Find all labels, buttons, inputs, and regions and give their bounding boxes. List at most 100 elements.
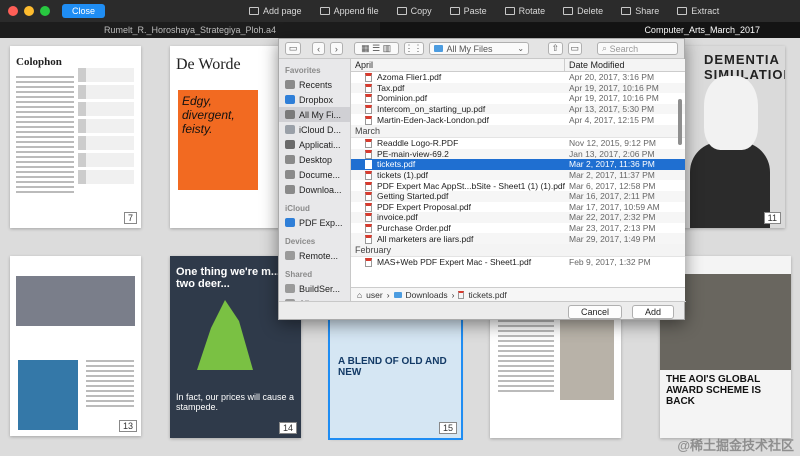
file-row[interactable]: Dominion.pdf Apr 19, 2017, 10:16 PM bbox=[351, 93, 685, 104]
tab-rumelt[interactable]: Rumelt_R._Horoshaya_Strategiya_Ploh.a4 bbox=[0, 22, 380, 38]
file-name-text: tickets (1).pdf bbox=[377, 170, 429, 181]
path-segment[interactable]: tickets.pdf bbox=[468, 290, 506, 300]
file-name-text: PE-main-view-69.2 bbox=[377, 148, 449, 159]
file-row[interactable]: PDF Expert Proposal.pdf Mar 17, 2017, 10:… bbox=[351, 202, 685, 213]
sidebar-item-all-files[interactable]: All My Fi... bbox=[279, 107, 350, 122]
file-row[interactable]: Intercom_on_starting_up.pdf Apr 13, 2017,… bbox=[351, 103, 685, 115]
pdf-file-icon bbox=[365, 181, 372, 191]
file-row[interactable]: tickets.pdf Mar 2, 2017, 11:36 PM bbox=[351, 159, 685, 170]
file-row[interactable]: Getting Started.pdf Mar 16, 2017, 2:11 PM bbox=[351, 190, 685, 202]
tool-append-file-button[interactable]: Append file bbox=[319, 6, 379, 16]
cancel-button[interactable]: Cancel bbox=[567, 304, 622, 319]
page-number: 7 bbox=[123, 212, 137, 224]
sidebar-item-documents[interactable]: Docume... bbox=[279, 167, 350, 182]
back-icon[interactable]: ‹ bbox=[312, 42, 325, 55]
tool-share-button[interactable]: Share bbox=[621, 6, 659, 16]
column-date-modified[interactable]: Date Modified bbox=[565, 59, 625, 71]
arrange-icon[interactable]: ⋮⋮ bbox=[403, 42, 424, 55]
person-body bbox=[690, 142, 770, 228]
icloud-drive-icon bbox=[285, 125, 295, 134]
add-button[interactable]: Add bbox=[631, 304, 674, 319]
tool-label: Paste bbox=[463, 6, 487, 16]
sidebar-item-label: Recents bbox=[299, 79, 333, 90]
path-segment[interactable]: user bbox=[366, 290, 383, 300]
forward-icon[interactable]: › bbox=[329, 42, 343, 55]
page-thumbnail-13[interactable]: 13 bbox=[10, 256, 141, 436]
text-lines bbox=[16, 76, 74, 196]
share-icon[interactable]: ⇧ bbox=[548, 42, 563, 55]
sidebar-item-dropbox[interactable]: Dropbox bbox=[279, 92, 350, 107]
tool-paste-button[interactable]: Paste bbox=[449, 6, 487, 16]
file-date: Mar 6, 2017, 12:58 PM bbox=[569, 180, 656, 191]
pdf-file-icon bbox=[365, 115, 372, 125]
folder-icon bbox=[433, 45, 443, 52]
sidebar-item-downloads[interactable]: Downloa... bbox=[279, 182, 350, 197]
file-row[interactable]: PDF Expert Mac AppSt...bSite - Sheet1 (1… bbox=[351, 180, 685, 191]
extract-icon bbox=[677, 7, 688, 15]
file-row[interactable]: Martin-Eden-Jack-London.pdf Apr 4, 2017, … bbox=[351, 114, 685, 125]
file-date: Mar 2, 2017, 11:36 PM bbox=[569, 159, 655, 170]
file-row[interactable]: PE-main-view-69.2 Jan 13, 2017, 2:06 PM bbox=[351, 148, 685, 160]
sidebar-item-desktop[interactable]: Desktop bbox=[279, 152, 350, 167]
file-row[interactable]: MAS+Web PDF Expert Mac - Sheet1.pdf Feb 9… bbox=[351, 257, 685, 268]
close-window-icon[interactable] bbox=[8, 6, 18, 16]
sidebar-item-icloud-drive[interactable]: iCloud D... bbox=[279, 122, 350, 137]
search-input[interactable]: ⌕ Search bbox=[597, 42, 678, 55]
origami-deer-image bbox=[197, 300, 253, 370]
tool-extract-button[interactable]: Extract bbox=[677, 6, 719, 16]
file-name-text: tickets.pdf bbox=[377, 159, 416, 170]
file-row[interactable]: Readdle Logo-R.PDF Nov 12, 2015, 9:12 PM bbox=[351, 138, 685, 149]
file-row[interactable]: tickets (1).pdf Mar 2, 2017, 11:37 PM bbox=[351, 169, 685, 181]
sidebar-toggle-icon[interactable]: ▭ bbox=[285, 42, 302, 55]
location-popup[interactable]: All My Files ⌄ bbox=[428, 42, 530, 55]
sidebar-item-applications[interactable]: Applicati... bbox=[279, 137, 350, 152]
tool-label: Rotate bbox=[518, 6, 546, 16]
minimize-window-icon[interactable] bbox=[24, 6, 34, 16]
file-row[interactable]: All marketers are liars.pdf Mar 29, 2017,… bbox=[351, 233, 685, 244]
sidebar-item-server[interactable]: BuildSer... bbox=[279, 281, 350, 296]
file-list-scrollbar[interactable] bbox=[678, 99, 682, 145]
file-name: Purchase Order.pdf bbox=[351, 223, 565, 234]
path-segment[interactable]: Downloads bbox=[406, 290, 448, 300]
tool-label: Share bbox=[635, 6, 660, 16]
sidebar-item-recents[interactable]: Recents bbox=[279, 77, 350, 92]
pdf-file-icon bbox=[365, 94, 372, 104]
page-thumbnail-11[interactable]: DEMENTIA SIMULATION 11 bbox=[670, 46, 785, 228]
panorama-image bbox=[16, 276, 135, 326]
pdf-expert-icon bbox=[285, 218, 295, 227]
column-name[interactable]: April bbox=[351, 59, 565, 71]
close-button[interactable]: Close bbox=[62, 4, 106, 18]
page-thumbnail-7[interactable]: Colophon 7 bbox=[10, 46, 141, 228]
file-date: Apr 4, 2017, 12:15 PM bbox=[569, 114, 655, 125]
file-row[interactable]: Azoma Flier1.pdf Apr 20, 2017, 3:16 PM bbox=[351, 72, 685, 83]
sidebar-item-pdf-expert[interactable]: PDF Exp... bbox=[279, 215, 350, 230]
zoom-window-icon[interactable] bbox=[40, 6, 50, 16]
file-name: PE-main-view-69.2 bbox=[351, 149, 565, 159]
main-toolbar: Close Add page Append file Copy Paste Rotate… bbox=[0, 0, 800, 22]
share-icon bbox=[621, 7, 632, 15]
home-icon: ⌂ bbox=[357, 289, 363, 300]
tool-rotate-button[interactable]: Rotate bbox=[504, 6, 546, 16]
tab-computer-arts[interactable]: Computer_Arts_March_2017 bbox=[380, 22, 800, 38]
page-thumbnail-de-worde[interactable]: De Worde Edgy, divergent, feisty. bbox=[170, 46, 285, 228]
file-name-text: Intercom_on_starting_up.pdf bbox=[377, 104, 486, 115]
file-group: Readdle Logo-R.PDF Nov 12, 2015, 9:12 PM P… bbox=[351, 138, 685, 244]
tool-copy-button[interactable]: Copy bbox=[396, 6, 432, 16]
thumbnail-subtitle: Edgy, divergent, feisty. bbox=[182, 94, 235, 136]
tag-icon[interactable]: ▭ bbox=[567, 42, 583, 55]
file-row[interactable]: Tax.pdf Apr 19, 2017, 10:16 PM bbox=[351, 82, 685, 94]
tool-delete-button[interactable]: Delete bbox=[563, 6, 603, 16]
file-row[interactable]: invoice.pdf Mar 22, 2017, 2:32 PM bbox=[351, 212, 685, 223]
dropbox-icon bbox=[285, 95, 295, 104]
file-name: tickets.pdf bbox=[351, 159, 565, 170]
path-separator-icon: › bbox=[386, 289, 390, 300]
tool-add-page-button[interactable]: Add page bbox=[249, 6, 302, 16]
applications-icon bbox=[285, 140, 295, 149]
pdf-file-icon bbox=[365, 73, 372, 83]
sidebar-item-remote-disc[interactable]: Remote... bbox=[279, 248, 350, 263]
file-row[interactable]: Purchase Order.pdf Mar 23, 2017, 2:13 PM bbox=[351, 223, 685, 234]
file-date: Apr 19, 2017, 10:16 PM bbox=[569, 93, 659, 104]
file-date: Mar 17, 2017, 10:59 AM bbox=[569, 201, 660, 212]
copy-icon bbox=[396, 7, 407, 15]
view-mode-icon[interactable]: ▦ ☰ ▥ bbox=[353, 42, 399, 55]
